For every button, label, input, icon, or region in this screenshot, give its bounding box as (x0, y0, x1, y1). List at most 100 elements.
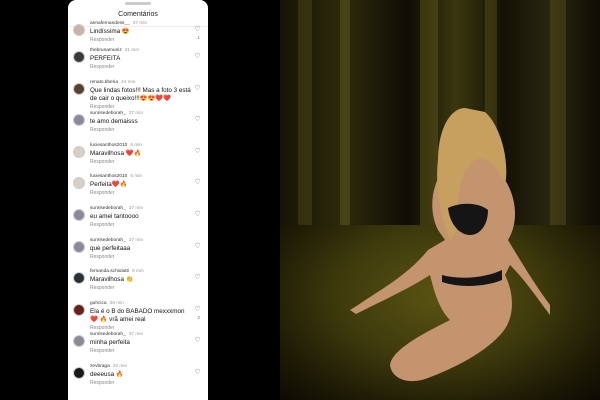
comment-username[interactable]: sunrisedeborah_ (90, 332, 126, 337)
reply-button[interactable]: Responder (90, 285, 114, 291)
comment-time: 37 min (132, 21, 148, 26)
comment-meta: fernanda.schiolatti 9 min (90, 269, 144, 274)
avatar[interactable] (73, 24, 85, 36)
avatar[interactable] (73, 51, 85, 63)
panel-title: Comentários (118, 11, 158, 18)
comment-text: deeeusa 🔥 (90, 370, 124, 378)
reply-button[interactable]: Responder (90, 380, 114, 386)
like-count: 1 (197, 35, 200, 40)
comment-meta: zevbraga 32 min (90, 364, 127, 369)
avatar[interactable] (73, 240, 85, 253)
avatar[interactable] (73, 114, 85, 127)
comment-text: Perfeita❤️🔥 (90, 181, 128, 189)
comment-item: luciesanthos2010 6 min Maravilhosa ❤️🔥 Resp… (68, 142, 208, 174)
comment-text: PERFEITA (90, 55, 121, 62)
comment-time: 37 min (128, 332, 144, 338)
comment-username[interactable]: luciesanthos2010 (90, 143, 127, 148)
heart-icon[interactable]: ♡ (194, 116, 201, 123)
comment-time: 38 min (109, 300, 124, 306)
comment-text: te amo demaisss (90, 118, 138, 126)
heart-icon[interactable]: ♡ (194, 243, 201, 250)
avatar[interactable] (73, 145, 85, 158)
heart-icon[interactable]: ♡ (194, 26, 201, 33)
comment-item: sunrisedeborah_ 37 min te amo demaisss Resp… (68, 110, 208, 142)
comment-item: annafernandess__ 37 min Lindíssima 😍 Respon… (68, 20, 208, 47)
reply-button[interactable]: Responder (90, 37, 114, 43)
comment-time: 6 min (130, 142, 143, 148)
comment-item: renato.tiberia 24 min Que lindas fotos!!! … (68, 79, 208, 111)
reply-button[interactable]: Responder (90, 325, 114, 331)
comment-text: Maravilhosa 👏 (90, 276, 134, 284)
comment-time: 32 min (112, 363, 128, 369)
heart-icon[interactable]: ♡ (194, 179, 201, 186)
comment-time: 24 min (121, 79, 136, 85)
heart-icon[interactable]: ♡ (194, 53, 201, 60)
comment-username[interactable]: zevbraga (90, 364, 110, 369)
reply-button[interactable]: Responder (90, 104, 114, 110)
comment-meta: annafernandess__ 37 min (90, 21, 147, 26)
comment-text: Ela é o B do BABADO mexxxmon ❤️ 🔥 vrã am… (90, 307, 185, 323)
comment-text: Que lindas fotos!!! Mas a foto 3 está de… (90, 86, 191, 102)
comment-time: 6 min (130, 174, 143, 180)
like-count: 2 (197, 314, 200, 320)
model-figure (350, 108, 550, 382)
comment-username[interactable]: thebrunamuniz (90, 48, 122, 53)
comment-meta: sunrisedeborah_ 37 min (90, 111, 143, 116)
comment-username[interactable]: renato.tiberia (90, 80, 118, 85)
comment-time: 9 min (131, 269, 144, 275)
heart-icon[interactable]: ♡ (194, 85, 201, 92)
comment-text: minha perfeita (90, 339, 130, 347)
comment-text: Lindíssima 😍 (90, 28, 130, 35)
reply-button[interactable]: Responder (90, 159, 114, 165)
heart-icon[interactable]: ♡ (194, 306, 201, 313)
reply-button[interactable]: Responder (90, 127, 114, 133)
comment-username[interactable]: sunrisedeborah_ (90, 206, 126, 211)
comment-meta: luciesanthos2010 6 min (90, 174, 142, 179)
drag-handle[interactable] (125, 2, 151, 5)
comment-meta: thebrunamuniz 31 min (90, 48, 139, 53)
comment-meta: sunrisedeborah_ 37 min (90, 332, 143, 337)
comment-text: que perfeitaaa (90, 244, 131, 252)
reply-button[interactable]: Responder (90, 190, 114, 196)
reply-button[interactable]: Responder (90, 348, 114, 354)
comment-meta: sunrisedeborah_ 37 min (90, 238, 143, 243)
avatar[interactable] (73, 177, 85, 190)
heart-icon[interactable]: ♡ (194, 337, 201, 344)
comment-item: fernanda.schiolatti 9 min Maravilhosa 👏 Res… (68, 268, 208, 300)
comment-username[interactable]: fernanda.schiolatti (90, 269, 129, 274)
avatar[interactable] (73, 272, 85, 285)
comment-username[interactable]: luciesanthos2010 (90, 174, 127, 179)
heart-icon[interactable]: ♡ (194, 148, 201, 155)
heart-icon[interactable]: ♡ (194, 211, 201, 218)
comment-item: luciesanthos2010 6 min Perfeita❤️🔥 Responde… (68, 173, 208, 205)
reply-button[interactable]: Responder (90, 222, 114, 228)
reply-button[interactable]: Responder (90, 64, 114, 70)
divider-backdrop (208, 0, 280, 400)
comment-item: guhcica 38 min Ela é o B do BABADO mexxxmo… (68, 300, 208, 332)
avatar[interactable] (73, 366, 85, 379)
comment-username[interactable]: annafernandess__ (90, 21, 130, 26)
avatar[interactable] (73, 208, 85, 221)
comment-time: 31 min (124, 48, 140, 53)
comment-username[interactable]: guhcica (90, 301, 107, 306)
heart-icon[interactable]: ♡ (194, 369, 201, 376)
comment-username[interactable]: sunrisedeborah_ (90, 111, 126, 116)
heart-icon[interactable]: ♡ (194, 274, 201, 281)
comment-meta: guhcica 38 min (90, 301, 124, 306)
comment-time: 37 min (128, 111, 144, 117)
avatar[interactable] (73, 303, 85, 316)
reply-button[interactable]: Responder (90, 254, 114, 260)
left-backdrop (0, 0, 68, 400)
comment-text: Maravilhosa ❤️🔥 (90, 149, 142, 157)
comments-list: annafernandess__ 37 min Lindíssima 😍 Respon… (68, 20, 208, 395)
comment-item: zevbraga 32 min deeeusa 🔥 Responder ♡ (68, 363, 208, 395)
comment-item: sunrisedeborah_ 37 min eu amei tantoooo Res… (68, 205, 208, 237)
avatar[interactable] (73, 82, 85, 95)
comment-item: sunrisedeborah_ 37 min que perfeitaaa Respo… (68, 237, 208, 269)
avatar[interactable] (73, 335, 85, 348)
comment-meta: luciesanthos2010 6 min (90, 143, 142, 148)
comment-username[interactable]: sunrisedeborah_ (90, 238, 126, 243)
post-photo[interactable] (280, 0, 600, 400)
comment-time: 37 min (128, 237, 144, 243)
comment-item: sunrisedeborah_ 37 min minha perfeita Respo… (68, 331, 208, 363)
